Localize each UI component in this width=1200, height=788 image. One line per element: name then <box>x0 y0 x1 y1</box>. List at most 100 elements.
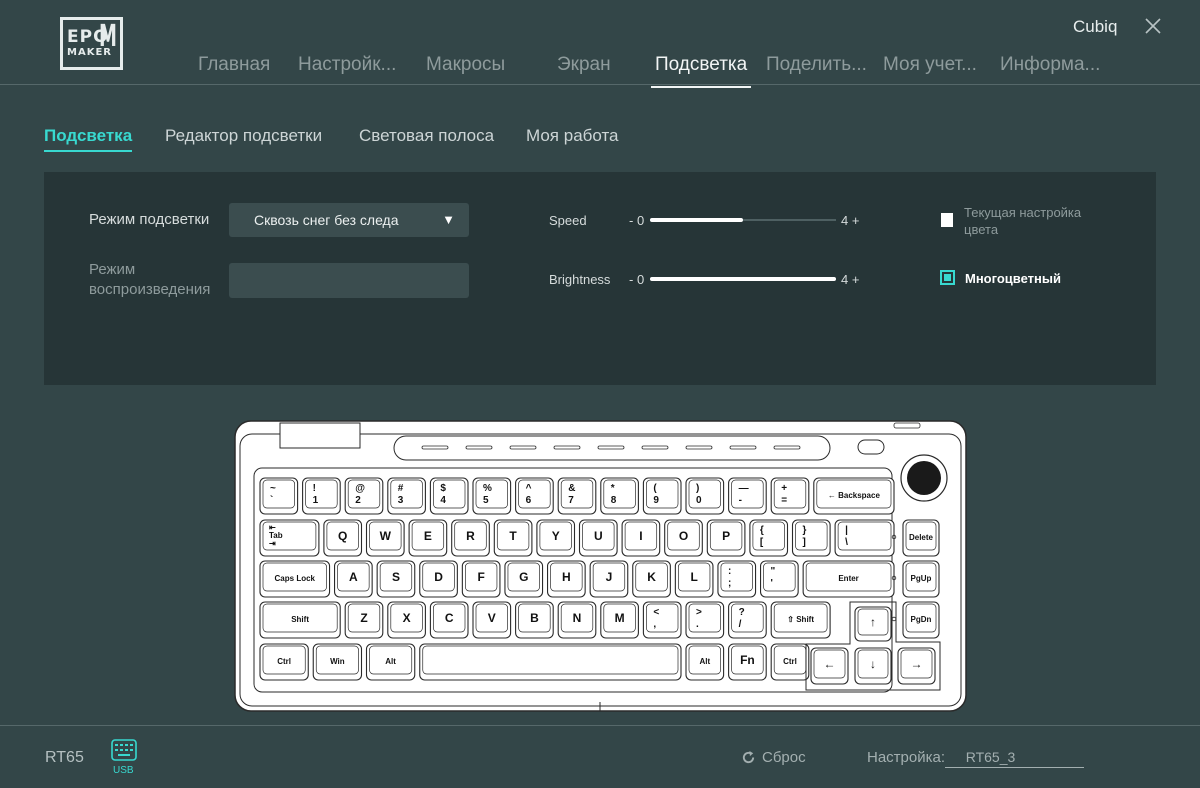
svg-text:!: ! <box>313 483 316 494</box>
svg-text:}: } <box>803 525 807 536</box>
key-r1-k8: I <box>621 519 661 557</box>
mode-select[interactable]: Сквозь снег без следа ▼ <box>229 203 469 237</box>
multicolor-label: Многоцветный <box>965 271 1061 286</box>
playback-label-line2: воспроизведения <box>89 281 211 298</box>
brightness-increase[interactable]: 4 + <box>841 272 859 287</box>
speed-slider[interactable] <box>650 218 836 222</box>
arrow-right-key: → <box>897 647 936 685</box>
svg-text:J: J <box>606 570 613 584</box>
key-r3-k8: <, <box>642 601 682 639</box>
svg-text:⇥: ⇥ <box>269 539 276 548</box>
side-key-1: PgUp <box>902 560 940 598</box>
subtab-lighting[interactable]: Подсветка <box>44 126 133 152</box>
playback-select[interactable] <box>229 263 469 298</box>
brightness-label: Brightness <box>549 272 611 287</box>
svg-text:1: 1 <box>313 495 319 506</box>
svg-text:Fn: Fn <box>740 653 755 667</box>
key-r4-k2: Alt <box>365 643 416 681</box>
lighting-settings-panel: Режим подсветки Сквозь снег без следа ▼ … <box>44 172 1156 385</box>
nav-home[interactable]: Главная <box>198 54 270 76</box>
svg-text:—: — <box>739 483 749 494</box>
nav-account[interactable]: Моя учет... <box>883 54 977 76</box>
svg-text:K: K <box>647 570 656 584</box>
svg-text:%: % <box>483 483 492 494</box>
connection-type: USB <box>113 765 134 776</box>
svg-text:9: 9 <box>653 495 659 506</box>
device-name[interactable]: RT65 <box>45 749 84 767</box>
svg-text:F: F <box>477 570 484 584</box>
profile-select[interactable]: RT65_3 <box>945 749 1084 768</box>
key-r1-k3: E <box>408 519 448 557</box>
svg-text:Win: Win <box>330 657 345 666</box>
key-r1-k0: ⇤Tab⇥ <box>259 519 320 557</box>
svg-text:^: ^ <box>526 483 532 494</box>
key-r1-k12: }] <box>791 519 831 557</box>
svg-text:L: L <box>690 570 697 584</box>
key-r3-k10: ?/ <box>728 601 767 639</box>
speed-decrease[interactable]: - 0 <box>629 213 644 228</box>
key-r2-k7: J <box>589 560 629 598</box>
svg-text:~: ~ <box>270 483 276 494</box>
key-r3-k1: Z <box>344 601 384 639</box>
key-r2-k3: D <box>419 560 458 598</box>
subtab-light-strip[interactable]: Световая полоса <box>359 126 494 146</box>
brightness-slider-fill <box>650 277 836 281</box>
key-r0-k7: &7 <box>557 477 597 515</box>
nav-info[interactable]: Информа... <box>1000 54 1100 76</box>
key-r2-k9: L <box>674 560 714 598</box>
key-r2-k5: G <box>504 560 544 598</box>
svg-text:↑: ↑ <box>870 615 876 629</box>
svg-text:H: H <box>562 570 571 584</box>
arrow-down-key: ↓ <box>854 647 892 685</box>
reset-button[interactable]: Сброс <box>741 749 806 766</box>
svg-text:': ' <box>771 578 773 589</box>
key-r1-k7: U <box>578 519 618 557</box>
key-r2-k10: :; <box>717 560 757 598</box>
key-r2-k4: F <box>461 560 501 598</box>
subtab-my-work[interactable]: Моя работа <box>526 126 619 146</box>
key-r2-k12: Enter <box>802 560 895 598</box>
subtab-lighting-editor[interactable]: Редактор подсветки <box>165 126 322 146</box>
key-r0-k5: %5 <box>472 477 512 515</box>
playback-label-line1: Режим <box>89 261 136 278</box>
key-r1-k13: |\ <box>834 519 895 557</box>
svg-text:Y: Y <box>552 529 560 543</box>
svg-text:?: ? <box>739 607 745 618</box>
svg-text:U: U <box>594 529 603 543</box>
svg-text:P: P <box>722 529 730 543</box>
key-r0-k2: @2 <box>344 477 384 515</box>
key-r4-k3 <box>419 643 682 681</box>
key-r4-k4: Alt <box>685 643 725 681</box>
brightness-decrease[interactable]: - 0 <box>629 272 644 287</box>
key-r3-k6: N <box>557 601 597 639</box>
key-r0-k13: ← Backspace <box>813 477 895 515</box>
main-nav: Главная Настройк... Макросы Экран Подсве… <box>0 54 1200 88</box>
user-name[interactable]: Cubiq <box>1073 17 1117 37</box>
key-r2-k0: Caps Lock <box>259 560 331 598</box>
key-r3-k7: M <box>600 601 639 639</box>
key-r2-k6: H <box>546 560 586 598</box>
nav-settings[interactable]: Настройк... <box>298 54 396 76</box>
key-r1-k11: {[ <box>749 519 789 557</box>
svg-text:Z: Z <box>360 611 367 625</box>
speed-increase[interactable]: 4 + <box>841 213 859 228</box>
svg-text:←: ← <box>824 657 836 671</box>
keyboard-preview: ~`!1@2#3$4%5^6&7*8(9)0—-+= ← Backspace⇤Ta… <box>234 420 967 712</box>
svg-text:@: @ <box>355 483 365 494</box>
close-icon[interactable] <box>1143 16 1163 36</box>
svg-text:]: ] <box>803 537 806 548</box>
key-r1-k2: W <box>365 519 405 557</box>
nav-share[interactable]: Поделить... <box>766 54 867 76</box>
svg-text:.: . <box>696 619 699 630</box>
brightness-slider[interactable] <box>650 277 836 281</box>
multicolor-checkbox[interactable] <box>940 270 955 285</box>
current-color-checkbox[interactable] <box>941 213 953 227</box>
svg-text:3: 3 <box>398 495 404 506</box>
svg-text:⇧ Shift: ⇧ Shift <box>787 615 814 624</box>
nav-macros[interactable]: Макросы <box>426 54 505 76</box>
svg-text:Caps Lock: Caps Lock <box>275 574 316 583</box>
svg-text:$: $ <box>440 483 446 494</box>
svg-text:Alt: Alt <box>699 657 710 666</box>
nav-screen[interactable]: Экран <box>557 54 611 76</box>
nav-lighting[interactable]: Подсветка <box>650 54 752 88</box>
